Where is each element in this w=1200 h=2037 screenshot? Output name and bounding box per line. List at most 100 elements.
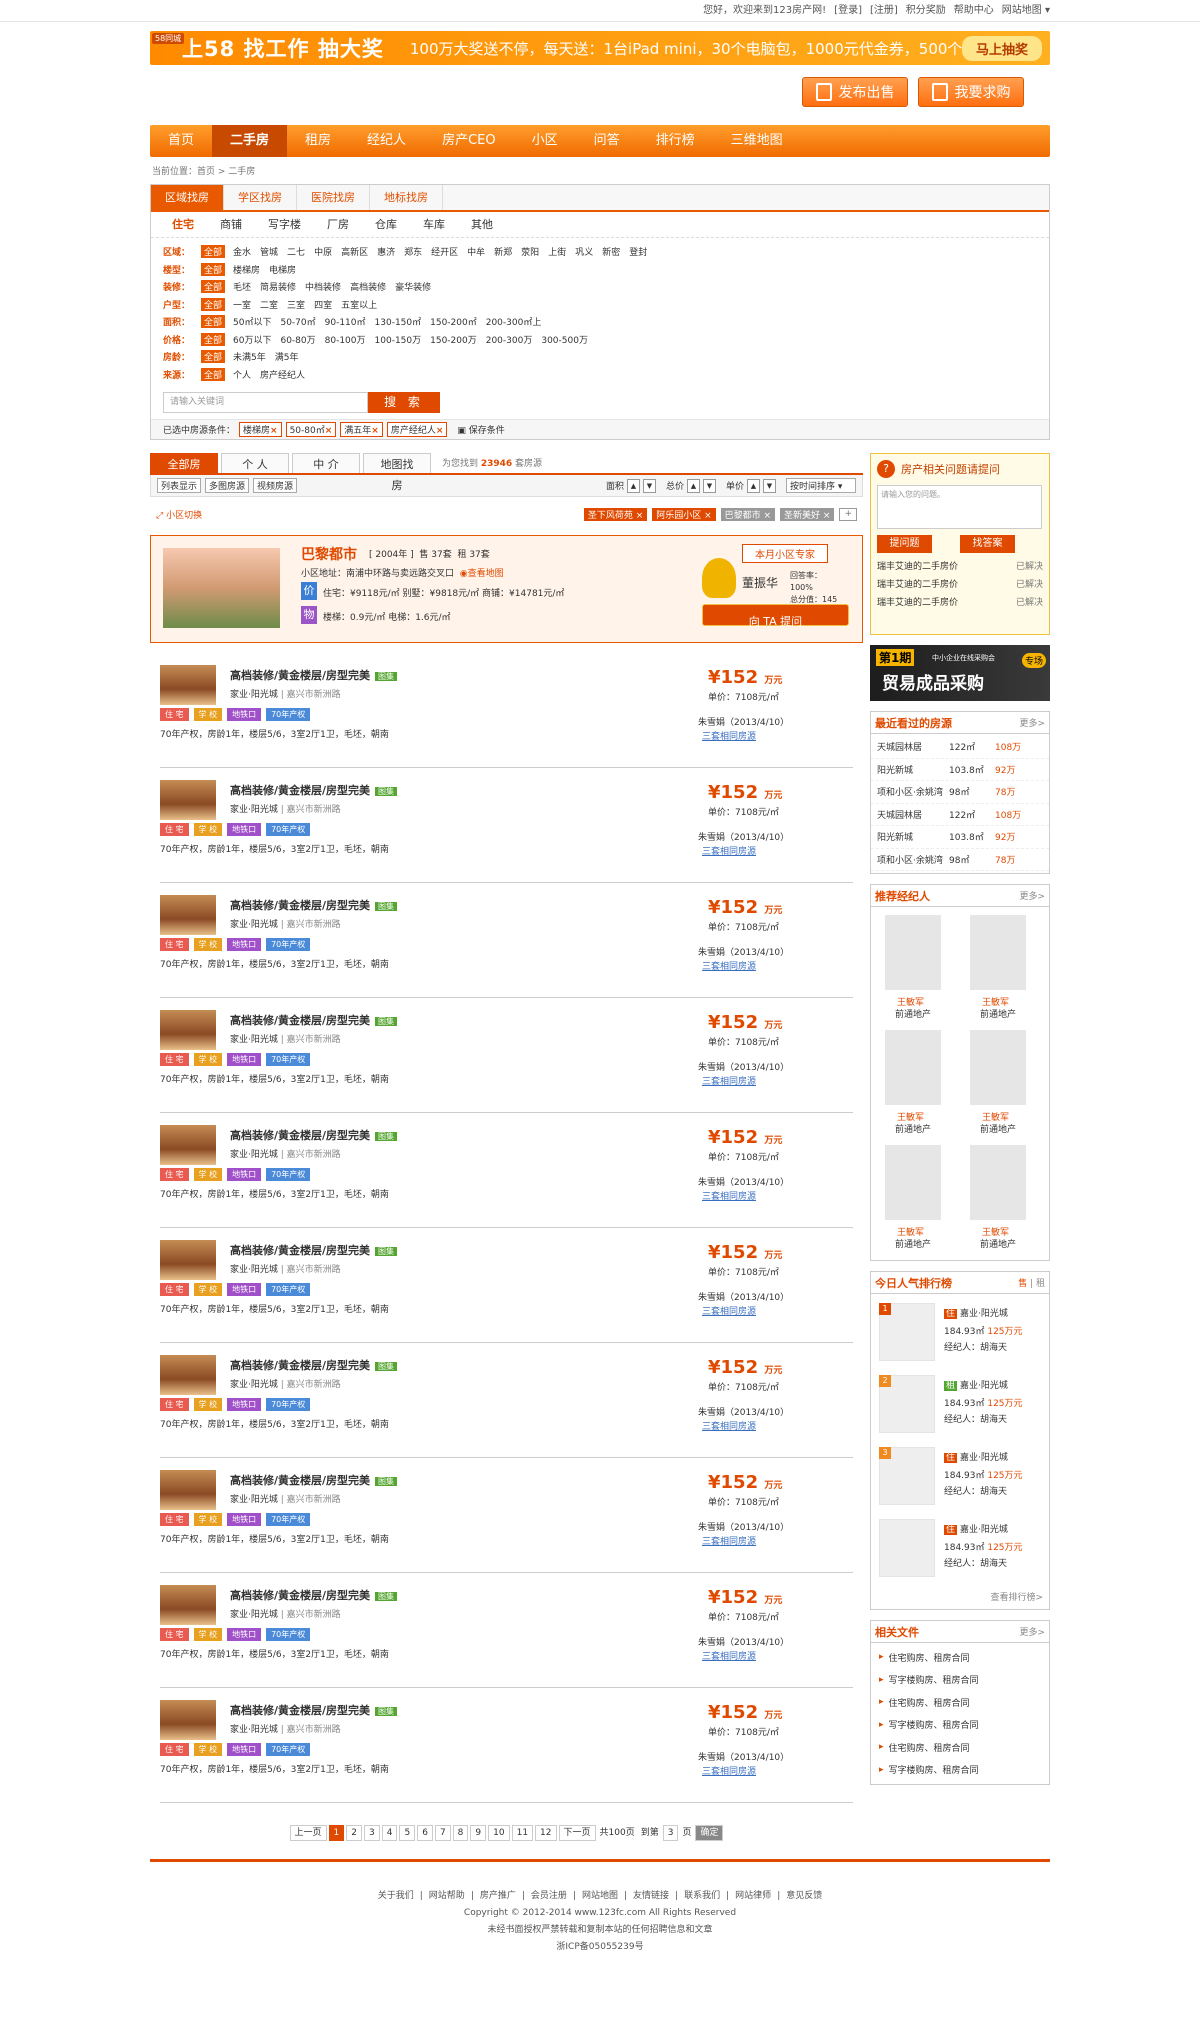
listing-photo[interactable] [160,1125,216,1165]
listing-item[interactable]: 高档装修/黄金楼层/房型完美 图集 家业·阳光城 | 嘉兴市新洲路住 宅学 校地铁口… [160,1343,853,1458]
filter-all[interactable]: 全部 [201,297,226,311]
filter-option[interactable]: 五室以上 [341,298,377,311]
listing-photo[interactable] [160,1470,216,1510]
same-listings-link[interactable]: 三套相同房源 [702,1534,756,1547]
doc-item[interactable]: ▸ 写字楼购房、租房合同 [871,1759,1049,1782]
filter-option[interactable]: 荥阳 [521,245,539,258]
property-type-tab[interactable]: 厂房 [314,212,362,237]
nav-item[interactable]: 问答 [576,125,638,157]
community-link[interactable]: 家业·阳光城 [230,1610,278,1620]
agents-more-link[interactable]: 更多> [1019,889,1045,902]
page-number[interactable]: 9 [470,1825,487,1841]
filter-option[interactable]: 中档装修 [305,280,341,293]
sort-down-icon[interactable]: ▼ [702,478,716,493]
listing-photo[interactable] [160,1700,216,1740]
same-listings-link[interactable]: 三套相同房源 [702,959,756,972]
listing-title[interactable]: 高档装修/黄金楼层/房型完美 图集 [230,1127,398,1143]
footer-link[interactable]: 网站律师 [735,1891,771,1901]
rank-title[interactable]: 住嘉业·阳光城 [944,1306,1008,1319]
listing-photo[interactable] [160,665,216,705]
listing-photo[interactable] [160,1355,216,1395]
footer-link[interactable]: 房产推广 [480,1891,516,1901]
keyword-input[interactable]: 请输入关键词 [163,392,368,413]
property-type-tab[interactable]: 写字楼 [255,212,314,237]
recent-row[interactable]: 天城园林居 122㎡ 108万 [871,736,1049,759]
page-input[interactable]: 3 [662,1825,679,1841]
filter-option[interactable]: 惠济 [377,245,395,258]
rank-photo[interactable] [879,1519,935,1577]
rank-title[interactable]: 住嘉业·阳光城 [944,1522,1008,1535]
filter-all[interactable]: 全部 [201,262,226,276]
listing-item[interactable]: 高档装修/黄金楼层/房型完美 图集 家业·阳光城 | 嘉兴市新洲路住 宅学 校地铁口… [160,1228,853,1343]
filter-all[interactable]: 全部 [201,280,226,294]
filter-option[interactable]: 60-80万 [280,333,315,346]
community-name[interactable]: 巴黎都市 [301,544,357,564]
rank-tab-sale[interactable]: 售 [1018,1279,1027,1289]
doc-item[interactable]: ▸ 写字楼购房、租房合同 [871,1669,1049,1692]
agent-card[interactable]: 王敏军 前通地产 [877,915,962,1030]
agent-photo[interactable] [885,1145,941,1220]
doc-item[interactable]: ▸ 住宅购房、租房合同 [871,1691,1049,1714]
filter-option[interactable]: 电梯房 [269,263,296,276]
recent-row[interactable]: 项和小区·余姚湾 98㎡ 78万 [871,781,1049,804]
listing-title[interactable]: 高档装修/黄金楼层/房型完美 图集 [230,1012,398,1028]
filter-option[interactable]: 60万以下 [233,333,271,346]
page-number[interactable]: 3 [364,1825,380,1841]
rank-title[interactable]: 租嘉业·阳光城 [944,1378,1008,1391]
rank-title[interactable]: 住嘉业·阳光城 [944,1450,1008,1463]
remove-icon[interactable]: × [371,426,379,436]
community-chip[interactable]: 圣下风荷苑 × [583,507,648,521]
filter-option[interactable]: 二室 [260,298,278,311]
agent-photo[interactable] [970,915,1026,990]
listing-photo[interactable] [160,895,216,935]
listing-title[interactable]: 高档装修/黄金楼层/房型完美 图集 [230,667,398,683]
recent-row[interactable]: 项和小区·余姚湾 98㎡ 78万 [871,849,1049,871]
filter-option[interactable]: 90-110㎡ [325,315,366,328]
filter-option[interactable]: 200-300㎡上 [486,315,542,328]
community-link[interactable]: 家业·阳光城 [230,1380,278,1390]
agent-photo[interactable] [885,915,941,990]
filter-option[interactable]: 金水 [233,245,251,258]
docs-more-link[interactable]: 更多> [1019,1625,1045,1638]
listing-title[interactable]: 高档装修/黄金楼层/房型完美 图集 [230,1702,398,1718]
filter-option[interactable]: 130-150㎡ [375,315,422,328]
page-number[interactable]: 8 [452,1825,469,1841]
filter-option[interactable]: 豪华装修 [395,280,431,293]
filter-option[interactable]: 三室 [287,298,305,311]
chosen-chip[interactable]: 房产经纪人× [386,422,448,437]
same-listings-link[interactable]: 三套相同房源 [702,1419,756,1432]
listing-item[interactable]: 高档装修/黄金楼层/房型完美 图集 家业·阳光城 | 嘉兴市新洲路住 宅学 校地铁口… [160,653,853,768]
page-number[interactable]: 6 [417,1825,433,1841]
listing-item[interactable]: 高档装修/黄金楼层/房型完美 图集 家业·阳光城 | 嘉兴市新洲路住 宅学 校地铁口… [160,1113,853,1228]
nav-item[interactable]: 首页 [150,125,212,157]
listing-photo[interactable] [160,1240,216,1280]
filter-option[interactable]: 个人 [233,368,251,381]
property-type-tab[interactable]: 仓库 [362,212,410,237]
top-link[interactable]: 积分奖励 [906,5,946,16]
view-mode-button[interactable]: 视频房源 [253,478,298,493]
doc-item[interactable]: ▸ 写字楼购房、租房合同 [871,1714,1049,1737]
filter-option[interactable]: 新密 [602,245,620,258]
page-number[interactable]: 12 [535,1825,557,1841]
filter-option[interactable]: 80-100万 [325,333,366,346]
filter-option[interactable]: 巩义 [575,245,593,258]
nav-item[interactable]: 小区 [514,125,576,157]
listing-photo[interactable] [160,1010,216,1050]
filter-option[interactable]: 一室 [233,298,251,311]
page-number[interactable]: 7 [434,1825,451,1841]
list-tab[interactable]: 地图找房 [363,453,431,492]
community-link[interactable]: 家业·阳光城 [230,920,278,930]
community-link[interactable]: 家业·阳光城 [230,805,278,815]
doc-item[interactable]: ▸ 住宅购房、租房合同 [871,1736,1049,1759]
listing-title[interactable]: 高档装修/黄金楼层/房型完美 图集 [230,782,398,798]
filter-all[interactable]: 全部 [201,315,226,329]
agent-photo[interactable] [885,1030,941,1105]
view-mode-button[interactable]: 多图房源 [205,478,250,493]
expert-name[interactable]: 董振华 [742,574,778,591]
community-chip[interactable]: 圣新美好 × [780,507,835,521]
footer-link[interactable]: 联系我们 [684,1891,720,1901]
chosen-chip[interactable]: 50-80㎡× [285,422,337,437]
top-link[interactable]: [注册] [870,5,898,16]
sort-up-icon[interactable]: ▲ [626,478,640,493]
agent-card[interactable]: 王敏军 前通地产 [877,1030,962,1145]
